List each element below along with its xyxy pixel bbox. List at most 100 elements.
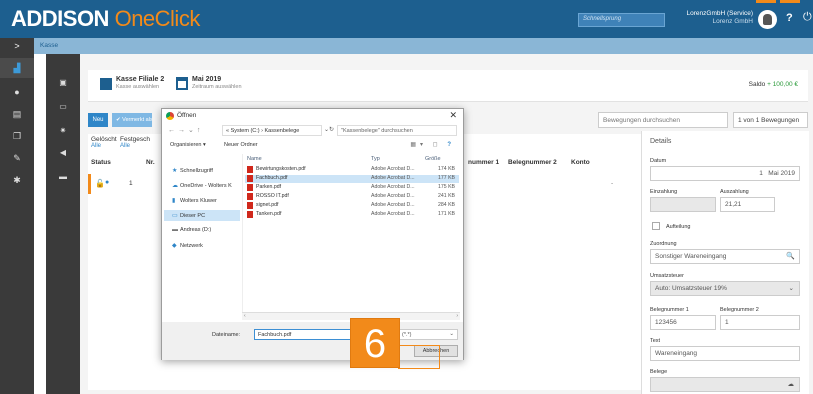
dialog-nav: ←→⌄↑ « System (C:) › Kassenbelege ⌄↻ "Ka…	[162, 124, 463, 138]
pdf-icon	[247, 175, 253, 182]
open-file-dialog: Öffnen ✕ ←→⌄↑ « System (C:) › Kassenbele…	[161, 108, 464, 360]
col-type[interactable]: Typ	[371, 156, 380, 162]
col-status[interactable]: Status	[91, 159, 111, 166]
list-item[interactable]: Bewirtungskosten.pdf Adobe Acrobat D... 17…	[245, 166, 459, 174]
filetype-select[interactable]: (*.*) ⌄	[398, 329, 458, 340]
receipts-label: Belege	[650, 369, 668, 375]
scroll-left-icon[interactable]: ‹	[244, 313, 246, 319]
sub-sidebar: ▣ ▭ ✷ ◀ ▬	[46, 54, 80, 394]
chart-icon[interactable]: ▟	[0, 58, 34, 78]
send-icon[interactable]: ◀	[46, 144, 80, 162]
step-badge: 6	[350, 318, 400, 368]
path-input[interactable]: « System (C:) › Kassenbelege	[222, 125, 322, 136]
view-options[interactable]: ▦▾ ◻ ?	[410, 141, 455, 148]
receipts-upload[interactable]: ☁	[650, 377, 800, 392]
monitor-icon: ▭	[172, 213, 178, 219]
gear-icon[interactable]: ✱	[0, 170, 34, 190]
ledger-icon[interactable]: ▣	[46, 74, 80, 92]
text-input[interactable]: Wareneingang	[650, 346, 800, 361]
document-icon[interactable]: ▤	[0, 104, 34, 124]
new-button[interactable]: Neu	[88, 113, 108, 127]
pdf-icon	[247, 166, 253, 173]
drive-icon: ▬	[172, 227, 178, 233]
chevron-down-icon: ⌄	[449, 331, 454, 337]
help-icon[interactable]: ?	[786, 12, 793, 24]
new-folder-button[interactable]: Neuer Ordner	[224, 142, 258, 148]
saldo: Saldo + 100,00 €	[748, 81, 798, 88]
filter-fixed-value[interactable]: Alle	[120, 143, 130, 149]
scroll-right-icon[interactable]: ›	[456, 313, 458, 319]
auszahlung-label: Auszahlung	[720, 189, 749, 195]
tools-icon[interactable]: ✎	[0, 148, 34, 168]
list-item[interactable]: Parken.pdf Adobe Acrobat D... 175 KB	[245, 184, 459, 192]
building-icon: ▮	[172, 198, 176, 204]
quick-jump-input[interactable]: Schnellsprung	[578, 13, 665, 27]
power-icon[interactable]: ⏻	[803, 11, 812, 24]
deposit-input[interactable]	[650, 197, 716, 212]
nav-item-wolters[interactable]: ▮ Wolters Kluwer	[164, 195, 240, 206]
expand-menu-button[interactable]: >	[0, 38, 34, 54]
date-input[interactable]: 1 Mai 2019	[650, 166, 800, 181]
pdf-icon	[247, 211, 253, 218]
filter-fixed-label: Festgesch	[120, 136, 150, 143]
kasse-title[interactable]: Kasse Filiale 2	[116, 76, 164, 83]
avatar[interactable]	[758, 10, 777, 29]
network-icon: ◆	[172, 243, 177, 249]
top-header: ADDISON OneClick Schnellsprung LorenzGmb…	[0, 0, 813, 38]
vat-select[interactable]: Auto: Umsatzsteuer 19% ⌄	[650, 281, 800, 296]
col-belegnummer-2[interactable]: Belegnummer 2	[508, 159, 557, 166]
main-sidebar: ▟ ● ▤ ❐ ✎ ✱	[0, 54, 34, 394]
settings-icon[interactable]: ✷	[46, 122, 80, 140]
copy-icon[interactable]: ❐	[0, 126, 34, 146]
details-panel: Details Datum 1 Mai 2019 Einzahlung Ausz…	[641, 131, 809, 394]
list-item[interactable]: Fachbuch.pdf Adobe Acrobat D... 177 KB	[245, 175, 459, 183]
nav-item-network[interactable]: ◆ Netzwerk	[164, 240, 240, 251]
upload-icon[interactable]: ☁	[788, 380, 795, 388]
belegnummer1-input[interactable]: 123456	[650, 315, 716, 330]
split-checkbox[interactable]	[652, 222, 660, 230]
belegnummer2-input[interactable]: 1	[720, 315, 800, 330]
nav-arrows[interactable]: ←→⌄↑	[168, 126, 203, 134]
nav-item-onedrive[interactable]: ☁ OneDrive - Wolters K	[164, 180, 240, 191]
col-name[interactable]: Name	[247, 156, 262, 162]
nav-item-this-pc[interactable]: ▭ Dieser PC	[164, 210, 240, 221]
money-icon[interactable]: ▬	[46, 168, 80, 186]
search-icon[interactable]: 🔍	[786, 252, 795, 260]
organize-button[interactable]: Organisieren ▾	[170, 142, 206, 148]
belegnummer2-label: Belegnummer 2	[720, 307, 759, 313]
user-name: LorenzGmbH (Service)	[686, 10, 753, 17]
user-info[interactable]: LorenzGmbH (Service) Lorenz GmbH	[673, 10, 753, 26]
close-icon[interactable]: ✕	[449, 110, 457, 121]
dialog-titlebar[interactable]: Öffnen ✕	[162, 109, 463, 123]
list-item[interactable]: signet.pdf Adobe Acrobat D... 284 KB	[245, 202, 459, 210]
help-icon[interactable]: ?	[447, 142, 455, 148]
row-nr: 1	[129, 180, 133, 187]
withdrawal-input[interactable]: 21,21	[720, 197, 775, 212]
list-item[interactable]: Tanken.pdf Adobe Acrobat D... 171 KB	[245, 211, 459, 219]
assignment-input[interactable]: Sonstiger Wareneingang 🔍	[650, 249, 800, 264]
chat-icon[interactable]: ●	[0, 82, 34, 102]
kasse-select-link[interactable]: Kasse auswählen	[116, 84, 159, 90]
file-list: Name Typ Größe Bewirtungskosten.pdf Adobe…	[242, 154, 460, 312]
folder-search-input[interactable]: "Kassenbelege" durchsuchen	[337, 125, 457, 136]
col-nr[interactable]: Nr.	[146, 159, 155, 166]
list-item[interactable]: ROSSO IT.pdf Adobe Acrobat D... 241 KB	[245, 193, 459, 201]
movements-search-input[interactable]: Bewegungen durchsuchen	[598, 112, 728, 128]
cash-register-icon[interactable]: ▭	[46, 98, 80, 116]
filter-deleted-value[interactable]: Alle	[91, 143, 101, 149]
text-label: Text	[650, 338, 661, 344]
month-title[interactable]: Mai 2019	[192, 76, 221, 83]
kasse-icon	[100, 78, 112, 90]
nav-item-quick-access[interactable]: ★ Schnellzugriff	[164, 165, 240, 176]
nav-item-drive-d[interactable]: ▬ Andreas (D:)	[164, 225, 240, 236]
col-belegnummer-1[interactable]: nummer 1	[468, 159, 499, 166]
col-konto[interactable]: Konto	[571, 159, 590, 166]
app-logo[interactable]: ADDISON OneClick	[11, 6, 200, 32]
chrome-icon	[166, 112, 174, 120]
mark-as-button[interactable]: ✔ Vermerkt als	[112, 113, 152, 127]
refresh-icon[interactable]: ⌄↻	[324, 126, 334, 133]
period-select-link[interactable]: Zeitraum auswählen	[192, 84, 242, 90]
breadcrumb-current[interactable]: Kasse	[40, 42, 58, 49]
col-size[interactable]: Größe	[425, 156, 441, 162]
comment-icon[interactable]: ●	[105, 179, 109, 186]
